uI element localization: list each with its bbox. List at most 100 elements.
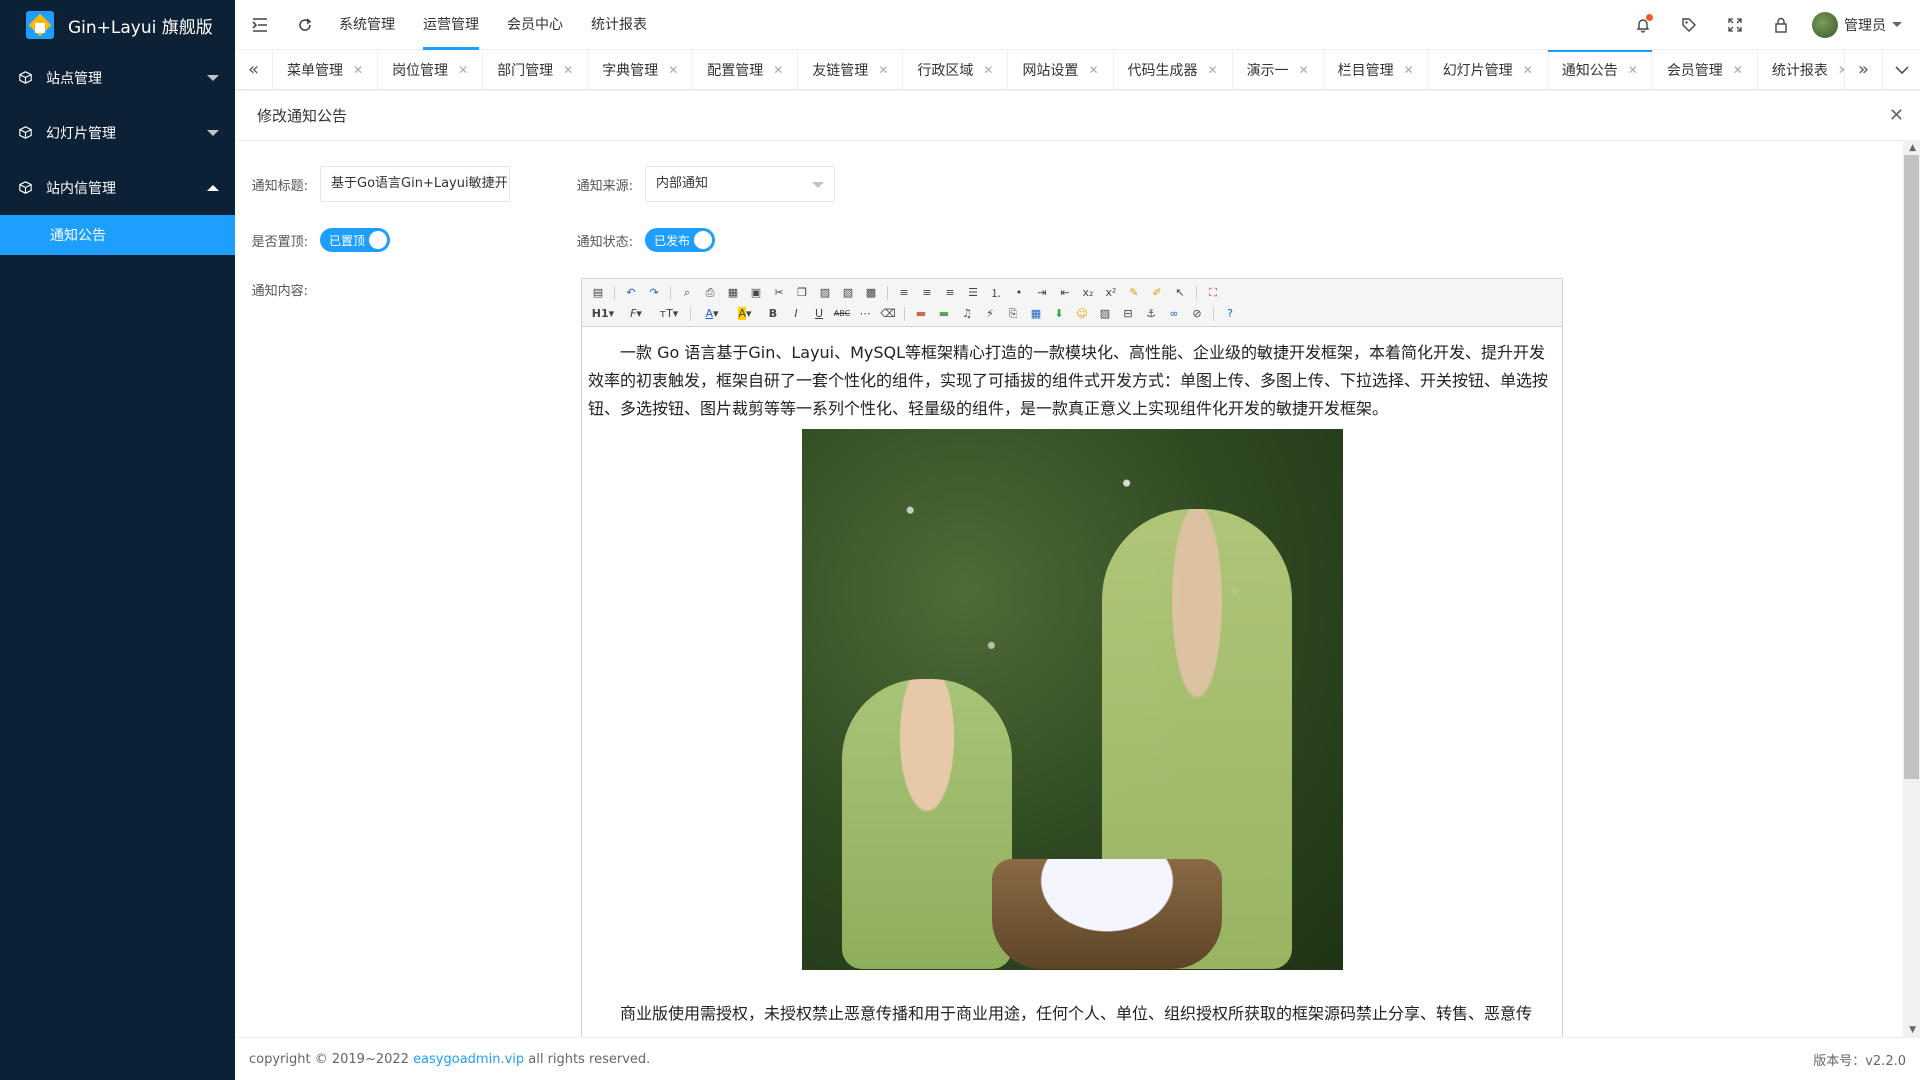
top-nav-members[interactable]: 会员中心 — [493, 0, 577, 50]
scroll-up-icon[interactable]: ▲ — [1909, 143, 1916, 153]
table-icon[interactable]: ▦ — [1026, 304, 1046, 324]
page-break-icon[interactable]: ⊟ — [1118, 304, 1138, 324]
sidebar-item-messages[interactable]: 站内信管理 — [0, 160, 235, 215]
tab-stats[interactable]: 统计报表 ✕ — [1758, 50, 1844, 89]
sidebar-item-site[interactable]: 站点管理 — [0, 50, 235, 105]
link-icon[interactable]: ∞ — [1164, 304, 1184, 324]
code-icon[interactable]: ▣ — [746, 283, 766, 303]
print-icon[interactable]: ⎙ — [700, 283, 720, 303]
tab-links[interactable]: 友链管理 ✕ — [798, 50, 904, 89]
user-menu[interactable]: 管理员 — [1812, 11, 1902, 38]
tab-dept[interactable]: 部门管理 ✕ — [483, 50, 589, 89]
redo-icon[interactable]: ↷ — [644, 283, 664, 303]
subscript-icon[interactable]: x₂ — [1078, 283, 1098, 303]
tab-slides[interactable]: 幻灯片管理 ✕ — [1429, 50, 1548, 89]
close-icon[interactable]: ✕ — [1889, 105, 1904, 126]
close-icon[interactable]: ✕ — [1838, 63, 1844, 77]
top-nav-operations[interactable]: 运营管理 — [409, 0, 493, 50]
sidebar-subitem-notice[interactable]: 通知公告 — [0, 215, 235, 255]
close-icon[interactable]: ✕ — [458, 63, 468, 77]
font-family-icon[interactable]: F ▾ — [621, 304, 651, 324]
align-right-icon[interactable]: ≡ — [940, 283, 960, 303]
close-icon[interactable]: ✕ — [1628, 63, 1638, 77]
tab-site-settings[interactable]: 网站设置 ✕ — [1008, 50, 1114, 89]
paste-text-icon[interactable]: ▧ — [838, 283, 858, 303]
tab-config[interactable]: 配置管理 ✕ — [693, 50, 799, 89]
close-icon[interactable]: ✕ — [773, 63, 783, 77]
superscript-icon[interactable]: x² — [1101, 283, 1121, 303]
font-color-icon[interactable]: A ▾ — [697, 304, 727, 324]
close-icon[interactable]: ✕ — [353, 63, 363, 77]
editor-content[interactable]: 一款 Go 语言基于Gin、Layui、MySQL等框架精心打造的一款模块化、高… — [582, 327, 1562, 1037]
content-image[interactable] — [801, 429, 1343, 970]
tabs-scroll-left-icon[interactable]: « — [235, 50, 273, 89]
scrollbar[interactable]: ▲ ▼ — [1903, 141, 1920, 1037]
underline-icon[interactable]: U — [809, 304, 829, 324]
tab-region[interactable]: 行政区域 ✕ — [903, 50, 1009, 89]
unlink-icon[interactable]: ⊘ — [1187, 304, 1207, 324]
insert-video-icon[interactable]: ▬ — [934, 304, 954, 324]
image-icon[interactable]: ▨ — [1095, 304, 1115, 324]
paste-word-icon[interactable]: ▩ — [861, 283, 881, 303]
tabs-scroll-right-icon[interactable]: » — [1844, 50, 1882, 89]
menu-toggle-icon[interactable] — [235, 0, 285, 50]
attachment-icon[interactable]: ⎘ — [1003, 304, 1023, 324]
align-center-icon[interactable]: ≡ — [917, 283, 937, 303]
scrollbar-thumb[interactable] — [1904, 155, 1919, 779]
undo-icon[interactable]: ↶ — [621, 283, 641, 303]
close-icon[interactable]: ✕ — [1208, 63, 1218, 77]
close-icon[interactable]: ✕ — [1299, 63, 1309, 77]
ordered-list-icon[interactable]: ⒈ — [986, 283, 1006, 303]
copy-icon[interactable]: ❐ — [792, 283, 812, 303]
preview-icon[interactable]: ⌕ — [677, 283, 697, 303]
unordered-list-icon[interactable]: • — [1009, 283, 1029, 303]
format-painter-icon[interactable]: ✐ — [1147, 283, 1167, 303]
tab-codegen[interactable]: 代码生成器 ✕ — [1114, 50, 1233, 89]
close-icon[interactable]: ✕ — [563, 63, 573, 77]
paste-icon[interactable]: ▨ — [815, 283, 835, 303]
refresh-icon[interactable] — [285, 0, 325, 50]
source-select[interactable]: 内部通知 — [645, 166, 835, 202]
close-icon[interactable]: ✕ — [1733, 63, 1743, 77]
source-code-icon[interactable]: ▤ — [588, 283, 608, 303]
tab-columns[interactable]: 栏目管理 ✕ — [1324, 50, 1429, 89]
eraser-icon[interactable]: ⌫ — [878, 304, 898, 324]
outdent-icon[interactable]: ⇤ — [1055, 283, 1075, 303]
justify-icon[interactable]: ☰ — [963, 283, 983, 303]
insert-image-icon[interactable]: ▬ — [911, 304, 931, 324]
top-nav-system[interactable]: 系统管理 — [325, 0, 409, 50]
cut-icon[interactable]: ✂ — [769, 283, 789, 303]
fullscreen-icon[interactable] — [1712, 0, 1758, 50]
tab-dict[interactable]: 字典管理 ✕ — [588, 50, 694, 89]
close-icon[interactable]: ✕ — [1523, 63, 1533, 77]
strikethrough-icon[interactable]: ABC — [832, 304, 852, 324]
insert-flash-icon[interactable]: ⚡ — [980, 304, 1000, 324]
top-nav-reports[interactable]: 统计报表 — [577, 0, 661, 50]
top-toggle[interactable]: 已置顶 — [320, 228, 391, 252]
footer-link[interactable]: easygoadmin.vip — [413, 1052, 524, 1067]
indent-icon[interactable]: ⇥ — [1032, 283, 1052, 303]
close-icon[interactable]: ✕ — [878, 63, 888, 77]
app-logo[interactable]: Gin+Layui 旗舰版 — [0, 0, 235, 50]
close-icon[interactable]: ✕ — [1404, 63, 1414, 77]
tabs-dropdown-icon[interactable] — [1882, 50, 1920, 89]
font-size-icon[interactable]: тT ▾ — [654, 304, 684, 324]
emoji-icon[interactable]: ☺ — [1072, 304, 1092, 324]
anchor-icon[interactable]: ⚓ — [1141, 304, 1161, 324]
template-icon[interactable]: ▦ — [723, 283, 743, 303]
heading-icon[interactable]: H1 ▾ — [588, 304, 618, 324]
fullscreen-icon[interactable]: ⛶ — [1203, 283, 1223, 303]
tab-members[interactable]: 会员管理 ✕ — [1653, 50, 1758, 89]
tag-icon[interactable] — [1666, 0, 1712, 50]
status-toggle[interactable]: 已发布 — [645, 228, 716, 252]
tab-post[interactable]: 岗位管理 ✕ — [378, 50, 484, 89]
sidebar-item-slides[interactable]: 幻灯片管理 — [0, 105, 235, 160]
title-input[interactable]: 基于Go语言Gin+Layui敏捷开 — [320, 166, 510, 202]
close-icon[interactable]: ✕ — [668, 63, 678, 77]
tab-menu[interactable]: 菜单管理 ✕ — [273, 50, 379, 89]
bell-icon[interactable] — [1620, 0, 1666, 50]
align-left-icon[interactable]: ≡ — [894, 283, 914, 303]
help-icon[interactable]: ? — [1220, 304, 1240, 324]
bold-icon[interactable]: B — [763, 304, 783, 324]
close-icon[interactable]: ✕ — [1088, 63, 1098, 77]
